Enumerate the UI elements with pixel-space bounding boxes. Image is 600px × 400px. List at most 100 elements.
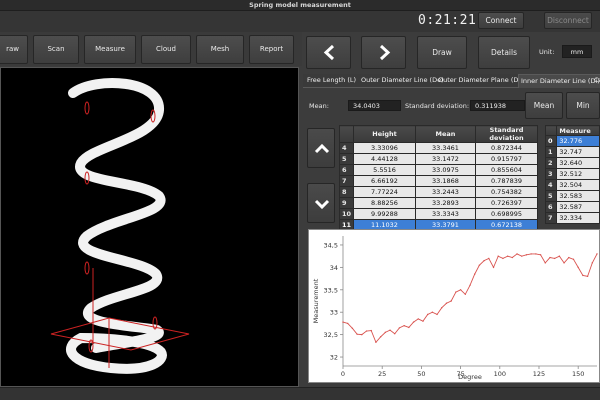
top-bar: 0:21:21 Connect Disconnect bbox=[0, 11, 600, 32]
toolbar-report-button[interactable]: Report bbox=[249, 35, 294, 64]
row-index-header bbox=[545, 125, 558, 136]
table-row[interactable]: 6 32.587 bbox=[545, 201, 600, 213]
table-cell[interactable]: 33.0975 bbox=[415, 164, 476, 176]
table-cell[interactable]: 32.747 bbox=[556, 146, 600, 158]
table-cell[interactable]: 6.66192 bbox=[353, 175, 416, 187]
table-row[interactable]: 3 32.512 bbox=[545, 168, 600, 180]
column-header[interactable]: Height bbox=[353, 125, 416, 143]
toolbar-scan-button[interactable]: Scan bbox=[33, 35, 79, 64]
table-cell[interactable]: 0.855604 bbox=[475, 164, 538, 176]
toolbar-raw-button[interactable]: raw bbox=[0, 35, 28, 64]
table-cell[interactable]: 32.504 bbox=[556, 179, 600, 191]
table-row[interactable]: 8 7.77224 33.2443 0.754382 bbox=[339, 186, 538, 198]
connect-button[interactable]: Connect bbox=[478, 12, 524, 29]
results-table-container: Height Mean Standard deviation 4 3.33096 3… bbox=[339, 125, 538, 231]
table-cell[interactable]: 0.787839 bbox=[475, 175, 538, 187]
window-title: Spring model measurement bbox=[249, 1, 351, 9]
series-line bbox=[342, 253, 598, 344]
table-row[interactable]: 7 6.66192 33.1868 0.787839 bbox=[339, 175, 538, 187]
y-tick-label: 34 bbox=[330, 264, 338, 272]
tab-outer-diameter-line[interactable]: Outer Diameter Line (De) bbox=[359, 74, 446, 88]
x-tick-label: 100 bbox=[494, 370, 506, 378]
table-cell[interactable]: 32.776 bbox=[556, 135, 600, 147]
mean-label: Mean: bbox=[309, 102, 329, 110]
tab-outer-diameter-plane[interactable]: Outer Diameter Plane (De) bbox=[436, 74, 527, 88]
table-cell[interactable]: 0.872344 bbox=[475, 142, 538, 154]
scroll-down-button[interactable] bbox=[307, 183, 335, 223]
table-cell[interactable]: 8.88256 bbox=[353, 197, 416, 209]
mean-button[interactable]: Mean bbox=[525, 92, 563, 119]
table-cell[interactable]: 32.587 bbox=[556, 201, 600, 213]
table-row[interactable]: 9 8.88256 33.2893 0.726397 bbox=[339, 197, 538, 209]
unit-select[interactable]: mm bbox=[562, 45, 592, 58]
data-point bbox=[553, 257, 556, 260]
table-cell[interactable]: 33.3343 bbox=[415, 208, 476, 220]
results-table: Height Mean Standard deviation 4 3.33096 3… bbox=[339, 125, 538, 231]
details-button[interactable]: Details bbox=[478, 36, 530, 69]
table-row[interactable]: 1 32.747 bbox=[545, 146, 600, 158]
row-index: 6 bbox=[339, 164, 354, 176]
y-tick-label: 33,5 bbox=[324, 286, 338, 294]
toolbar-mesh-button[interactable]: Mesh bbox=[196, 35, 244, 64]
table-row[interactable]: 5 4.44128 33.1472 0.915797 bbox=[339, 153, 538, 165]
table-cell[interactable]: 5.5516 bbox=[353, 164, 416, 176]
table-cell[interactable]: 32.512 bbox=[556, 168, 600, 180]
data-point bbox=[450, 300, 452, 302]
table-cell[interactable]: 32.640 bbox=[556, 157, 600, 169]
table-row[interactable]: 4 3.33096 33.3461 0.872344 bbox=[339, 142, 538, 154]
main-toolbar: raw Scan Measure Cloud Mesh Report bbox=[0, 32, 302, 66]
table-cell[interactable]: 0.698995 bbox=[475, 208, 538, 220]
next-button[interactable] bbox=[361, 36, 406, 69]
column-header[interactable]: Measure bbox=[556, 125, 600, 136]
spring-3d-viewport[interactable] bbox=[0, 67, 299, 387]
toolbar-measure-button[interactable]: Measure bbox=[84, 35, 136, 64]
disconnect-button[interactable]: Disconnect bbox=[544, 12, 592, 29]
row-index: 6 bbox=[545, 201, 558, 213]
table-cell[interactable]: 33.2893 bbox=[415, 197, 476, 209]
table-cell[interactable]: 32.583 bbox=[556, 190, 600, 202]
table-row[interactable]: 0 32.776 bbox=[545, 135, 600, 147]
column-header[interactable]: Mean bbox=[415, 125, 476, 143]
chart-svg: 0 25 50 75 100 125 1503232,53333,53434,5Degree… bbox=[312, 236, 598, 381]
table-row[interactable]: 10 9.99288 33.3343 0.698995 bbox=[339, 208, 538, 220]
table-cell[interactable]: 33.2443 bbox=[415, 186, 476, 198]
table-cell[interactable]: 0.915797 bbox=[475, 153, 538, 165]
table-cell[interactable]: 33.3461 bbox=[415, 142, 476, 154]
table-cell[interactable]: 9.99288 bbox=[353, 208, 416, 220]
previous-button[interactable] bbox=[306, 36, 351, 69]
data-point bbox=[539, 254, 542, 256]
table-cell[interactable]: 0.726397 bbox=[475, 197, 538, 209]
table-cell[interactable]: 3.33096 bbox=[353, 142, 416, 154]
data-point bbox=[455, 291, 457, 293]
tab-ca[interactable]: Ca bbox=[592, 74, 600, 88]
table-cell[interactable]: 32.334 bbox=[556, 212, 600, 224]
table-cell[interactable]: 33.1868 bbox=[415, 175, 476, 187]
data-point bbox=[516, 253, 518, 255]
std-dev-label: Standard deviation: bbox=[405, 102, 470, 110]
table-row[interactable]: 5 32.583 bbox=[545, 190, 600, 202]
scroll-up-button[interactable] bbox=[307, 128, 335, 168]
tab-free-length[interactable]: Free Length (L) bbox=[305, 74, 358, 88]
table-row[interactable]: 2 32.640 bbox=[545, 157, 600, 169]
y-tick-label: 32,5 bbox=[324, 331, 338, 339]
table-cell[interactable]: 7.77224 bbox=[353, 186, 416, 198]
chevron-up-icon bbox=[314, 143, 330, 154]
tab-inner-diameter-line[interactable]: Inner Diameter Line (Di) bbox=[518, 74, 600, 88]
data-point bbox=[441, 307, 443, 309]
min-button[interactable]: Min bbox=[566, 92, 600, 119]
table-row[interactable]: 7 32.334 bbox=[545, 212, 600, 224]
table-row[interactable]: 6 5.5516 33.0975 0.855604 bbox=[339, 164, 538, 176]
y-tick-label: 34,5 bbox=[324, 241, 338, 249]
measure-table-container: Measure 0 32.776 1 32.747 2 32.640 3 32.512 4 32.… bbox=[545, 125, 600, 224]
table-cell[interactable]: 0.754382 bbox=[475, 186, 538, 198]
table-cell[interactable]: 33.1472 bbox=[415, 153, 476, 165]
data-point bbox=[596, 253, 598, 255]
toolbar-cloud-button[interactable]: Cloud bbox=[141, 35, 191, 64]
table-row[interactable]: 4 32.504 bbox=[545, 179, 600, 191]
column-header[interactable]: Standard deviation bbox=[475, 125, 538, 143]
y-tick-label: 33 bbox=[330, 309, 338, 317]
table-cell[interactable]: 4.44128 bbox=[353, 153, 416, 165]
data-point bbox=[488, 257, 490, 260]
draw-button[interactable]: Draw bbox=[417, 36, 467, 69]
row-index: 8 bbox=[339, 186, 354, 198]
